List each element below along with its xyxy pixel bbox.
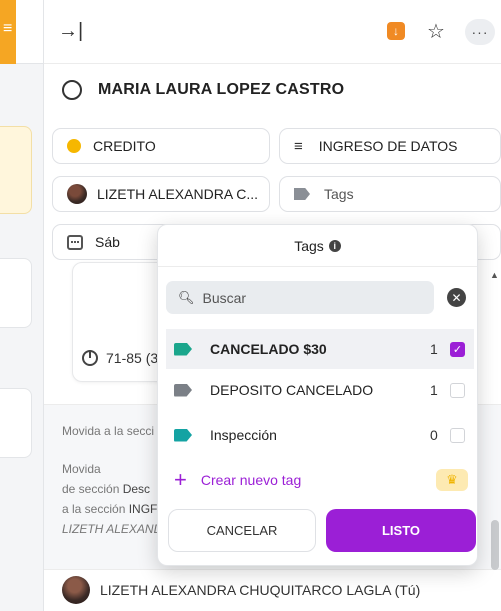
scrollbar-thumb[interactable]	[491, 520, 499, 570]
confirm-button[interactable]: LISTO	[326, 509, 476, 552]
tag-item[interactable]: DEPOSITO CANCELADO 1	[166, 370, 474, 410]
tag-count: 0	[430, 427, 438, 443]
tag-icon	[174, 383, 192, 397]
clear-icon[interactable]: ✕	[447, 288, 466, 307]
scroll-up-icon[interactable]: ▲	[490, 270, 499, 280]
activity-author: LIZETH ALEXAND	[62, 519, 162, 539]
tag-checkbox[interactable]	[450, 382, 465, 398]
tags-chip-label: Tags	[324, 186, 354, 202]
section-icon: ≡	[294, 137, 303, 155]
tag-name: Inspección	[210, 427, 277, 443]
menu-icon: ≡	[3, 20, 13, 37]
tag-icon	[174, 428, 192, 442]
left-panel-header: ≡	[0, 0, 43, 64]
activity-entry: Movida a la secci	[62, 424, 155, 438]
create-tag-row[interactable]: + Crear nuevo tag ♛	[166, 463, 474, 497]
tag-count: 1	[430, 382, 438, 398]
crown-icon: ♛	[436, 469, 468, 491]
comment-row: LIZETH ALEXANDRA CHUQUITARCO LAGLA (Tú)	[62, 576, 420, 604]
status-label: CREDITO	[93, 138, 156, 154]
search-icon: 🔍︎	[178, 289, 195, 305]
pie-chart-icon	[82, 350, 98, 366]
avatar	[62, 576, 90, 604]
tag-count: 1	[430, 341, 438, 357]
complete-task-checkbox[interactable]	[62, 80, 82, 100]
activity-section-from: Desc	[122, 482, 151, 496]
tag-name: DEPOSITO CANCELADO	[210, 382, 374, 398]
tag-icon	[294, 188, 310, 200]
popup-title: Tags	[294, 237, 324, 254]
more-options-icon[interactable]: ···	[465, 19, 495, 45]
tags-popup: Tags i 🔍︎ ✕ CANCELADO $30 1 ✓ DEPOSITO C…	[157, 224, 478, 566]
tag-checkbox[interactable]: ✓	[450, 341, 465, 357]
left-panel-accent: ≡	[0, 0, 16, 64]
tag-checkbox[interactable]	[450, 427, 465, 443]
left-card[interactable]	[0, 388, 32, 458]
assignee-avatar	[67, 184, 87, 204]
tag-item[interactable]: Inspección 0	[166, 415, 474, 455]
range-row: 71-85 (3	[82, 350, 158, 366]
collapse-panel-icon[interactable]: →|	[58, 20, 83, 43]
activity-entry-detail: a la sección INGF	[62, 499, 157, 519]
section-chip[interactable]: ≡ INGRESO DE DATOS	[279, 128, 501, 164]
tag-item[interactable]: CANCELADO $30 1 ✓	[166, 329, 474, 369]
tag-icon	[174, 342, 192, 356]
create-tag-label: Crear nuevo tag	[200, 472, 302, 488]
scrollbar[interactable]: ▲	[489, 270, 501, 570]
star-icon[interactable]: ☆	[424, 19, 448, 43]
assignee-chip[interactable]: LIZETH ALEXANDRA C...	[52, 176, 270, 212]
download-icon[interactable]: ↓	[384, 19, 408, 43]
status-dot-icon	[67, 139, 81, 153]
activity-entry: Movida	[62, 462, 101, 476]
activity-section-to: INGF	[128, 502, 158, 516]
status-chip[interactable]: CREDITO	[52, 128, 270, 164]
popup-header: Tags i	[158, 225, 477, 267]
assignee-label: LIZETH ALEXANDRA C...	[97, 186, 259, 202]
left-card[interactable]	[0, 126, 32, 214]
comment-author: LIZETH ALEXANDRA CHUQUITARCO LAGLA (Tú)	[100, 582, 421, 598]
task-title[interactable]: MARIA LAURA LOPEZ CASTRO	[98, 81, 344, 99]
search-input[interactable]	[202, 289, 403, 306]
left-panel: ≡	[0, 0, 44, 611]
task-toolbar: →| ↓ ☆ ···	[44, 0, 501, 64]
cancel-button[interactable]: CANCELAR	[168, 509, 316, 552]
left-card[interactable]	[0, 258, 32, 328]
info-icon[interactable]: i	[328, 239, 341, 252]
section-label: INGRESO DE DATOS	[318, 138, 458, 154]
tag-name: CANCELADO $30	[210, 341, 327, 357]
tag-search[interactable]: 🔍︎	[166, 281, 434, 314]
task-title-row: MARIA LAURA LOPEZ CASTRO	[62, 80, 344, 100]
tags-chip[interactable]: Tags	[279, 176, 501, 212]
activity-prefix: de sección	[62, 482, 123, 496]
date-label: Sáb	[95, 234, 120, 250]
activity-entry-detail: de sección Desc	[62, 479, 150, 499]
calendar-icon	[67, 234, 83, 250]
activity-prefix: a la sección	[62, 502, 129, 516]
activity-author-name: LIZETH ALEXAND	[62, 522, 163, 536]
plus-icon: +	[174, 467, 187, 492]
range-text: 71-85 (3	[106, 350, 159, 366]
